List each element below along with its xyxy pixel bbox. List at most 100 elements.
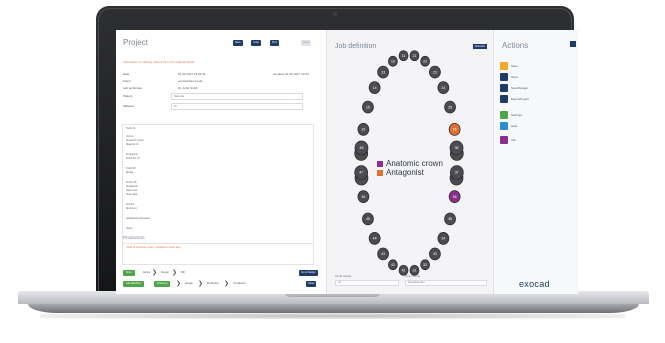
- chevron-right-icon: ❯: [176, 281, 182, 287]
- chevron-right-icon: ❯: [224, 281, 230, 287]
- tooth-number: 14: [373, 86, 377, 90]
- tooth-number: 24: [441, 86, 445, 90]
- legend-swatch: [377, 169, 383, 176]
- settings-icon: [500, 111, 508, 119]
- tooth-number: 22: [423, 59, 427, 63]
- tooth-number: 31: [413, 268, 417, 272]
- tooth-legend: Anatomic crown Antagonist: [377, 159, 443, 177]
- material-row: Material: [123, 104, 134, 108]
- save-button[interactable]: Save: [233, 40, 243, 46]
- date-label: Date: [123, 72, 130, 76]
- tooth-42[interactable]: 42: [388, 259, 398, 271]
- tooth-number: 44: [373, 237, 377, 241]
- action-label: Open: [511, 75, 519, 79]
- patient-row: Patient: [123, 94, 132, 98]
- tooth-number: 47: [359, 171, 363, 175]
- tooth-38[interactable]: 38: [449, 140, 464, 156]
- workflow-mill[interactable]: Mill: [178, 270, 188, 276]
- list-item[interactable]: Upper jaw: [126, 189, 137, 192]
- tooth-48[interactable]: 48: [354, 140, 369, 156]
- help-icon: [500, 122, 508, 130]
- exocad-logo: exocad: [519, 279, 550, 289]
- tooth-12[interactable]: 12: [388, 55, 398, 67]
- list-item[interactable]: Antagonist: [126, 153, 138, 156]
- tooth-34[interactable]: 34: [437, 232, 450, 245]
- tooth-45[interactable]: 45: [362, 212, 374, 226]
- list-item[interactable]: Tooth 11: [126, 127, 135, 130]
- tooth-shade-select[interactable]: A2: [335, 280, 399, 286]
- clear-button[interactable]: Clear: [301, 40, 311, 46]
- tooth-23[interactable]: 23: [429, 65, 441, 79]
- tooth-37[interactable]: 37: [449, 165, 464, 180]
- chevron-right-icon: ❯: [172, 270, 178, 276]
- tooth-21[interactable]: 21: [409, 50, 420, 62]
- tooth-number: 13: [381, 70, 385, 74]
- tooth-25[interactable]: 25: [444, 100, 456, 114]
- tooth-36[interactable]: 36: [448, 190, 461, 203]
- step-completion[interactable]: Completion: [230, 281, 249, 287]
- workflow-scan[interactable]: Scan: [123, 270, 135, 276]
- tooth-14[interactable]: 14: [368, 81, 381, 94]
- print-button[interactable]: Print: [270, 40, 280, 46]
- list-item[interactable]: Scan data: [126, 193, 137, 196]
- chevron-right-icon: ❯: [152, 270, 158, 276]
- step-design[interactable]: Design: [182, 281, 196, 287]
- load-button[interactable]: Load: [251, 40, 261, 46]
- tooth-24[interactable]: 24: [437, 81, 450, 94]
- folder-icon: [500, 73, 508, 81]
- list-item[interactable]: Pontic 46: [126, 181, 136, 184]
- material-select[interactable]: Zr: [171, 103, 303, 110]
- tooth-47[interactable]: 47: [354, 165, 369, 180]
- step-job-definition[interactable]: Job definition: [123, 281, 144, 287]
- list-item[interactable]: Material: Zr: [126, 143, 139, 146]
- actions-panel: Actions Save Open Scan/Design Export/Imp…: [493, 30, 578, 294]
- scan-mode-select[interactable]: Separated dies: [405, 280, 487, 286]
- tooth-number: 32: [423, 263, 427, 267]
- project-item-list: Tooth 11 Crown Anatomic crown Material: …: [122, 124, 314, 246]
- action-label: Scan/Design: [511, 86, 529, 90]
- list-item[interactable]: Tooth 38: [126, 167, 136, 170]
- list-item[interactable]: Implant: [126, 203, 134, 206]
- date-row: Date 01.02.2017 13:34:51 Created: 01.02.…: [123, 72, 309, 76]
- list-item[interactable]: Anatomic crown: [126, 139, 144, 142]
- chevron-right-icon: ❯: [198, 281, 204, 287]
- list-item[interactable]: Crown: [126, 135, 133, 138]
- client-label: Client: [123, 79, 131, 83]
- tooth-32[interactable]: 32: [420, 259, 430, 271]
- tooth-number: 23: [433, 70, 437, 74]
- tooth-22[interactable]: 22: [420, 55, 430, 67]
- tooth-number: 34: [441, 237, 445, 241]
- tooth-16[interactable]: 16: [357, 123, 370, 136]
- close-button[interactable]: Close: [306, 281, 317, 287]
- step-production[interactable]: Production: [204, 281, 222, 287]
- list-item[interactable]: Abutment: [126, 207, 137, 210]
- tooth-35[interactable]: 35: [444, 212, 456, 226]
- material-label: Material: [123, 104, 134, 108]
- tooth-46[interactable]: 46: [357, 190, 370, 203]
- tooth-shade-label: Tooth shade: [335, 274, 352, 278]
- tooth-44[interactable]: 44: [368, 232, 381, 245]
- laptop-screen: Project Save Load Print Clear Informatio…: [116, 30, 578, 294]
- go-to-design-button[interactable]: Go to Design: [299, 270, 318, 276]
- list-item[interactable]: Notes: [126, 227, 133, 230]
- laptop-shadow: [40, 313, 625, 319]
- step-scanning[interactable]: Scanning: [154, 281, 171, 287]
- project-panel: Project Save Load Print Clear Informatio…: [116, 30, 327, 294]
- list-item[interactable]: Tooth 36, 37: [126, 157, 140, 160]
- list-item[interactable]: Bridge: [126, 171, 133, 174]
- tooth-11[interactable]: 11: [398, 50, 409, 62]
- tooth-26[interactable]: 26: [448, 123, 461, 136]
- patient-select[interactable]: Sample: [171, 93, 303, 100]
- tooth-33[interactable]: 33: [429, 247, 441, 261]
- tooth-43[interactable]: 43: [377, 247, 389, 261]
- tooth-15[interactable]: 15: [362, 100, 374, 114]
- panel-toggle-button[interactable]: [570, 41, 576, 47]
- technician-row: Lab technician Dr. John Smith: [123, 86, 198, 90]
- action-label: Info: [511, 138, 517, 142]
- list-item[interactable]: Additional information: [126, 217, 150, 220]
- workflow-design[interactable]: Design: [158, 270, 172, 276]
- list-item[interactable]: Antagonist: [126, 185, 138, 188]
- tooth-13[interactable]: 13: [377, 65, 389, 79]
- legend-swatch: [377, 160, 383, 167]
- client-row: Client exocad Demo Lab: [123, 79, 202, 83]
